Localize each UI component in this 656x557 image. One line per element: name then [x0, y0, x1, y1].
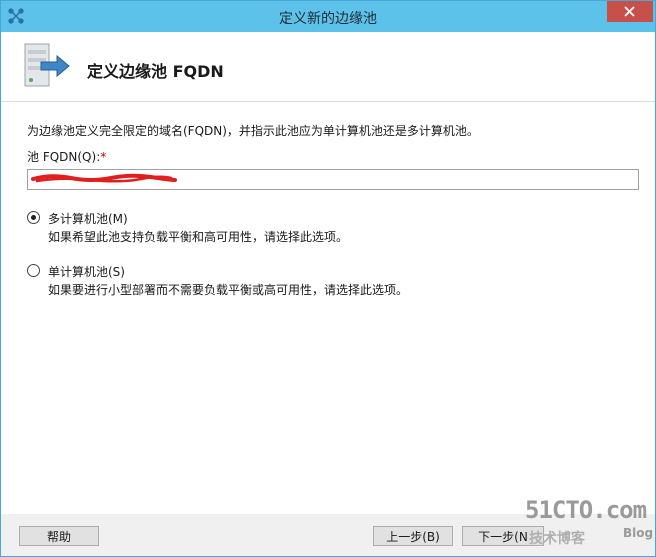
multi-computer-pool-description: 如果希望此池支持负载平衡和高可用性，请选择此选项。: [48, 230, 349, 244]
help-button[interactable]: 帮助: [19, 526, 99, 546]
single-computer-pool-radio[interactable]: [27, 264, 40, 277]
server-arrow-icon: [19, 42, 71, 94]
page-description: 为边缘池定义完全限定的域名(FQDN)，并指示此池应为单计算机池还是多计算机池。: [27, 124, 479, 138]
window-title: 定义新的边缘池: [279, 11, 377, 27]
single-computer-pool-description: 如果要进行小型部署而不需要负载平衡或高可用性，请选择此选项。: [48, 283, 409, 297]
close-button[interactable]: [607, 1, 653, 22]
wizard-window: 定义新的边缘池 定义边缘池 FQDN 为边缘池定义完全限定的域名(FQDN)，并…: [0, 0, 656, 557]
back-button[interactable]: 上一步(B): [373, 526, 453, 546]
single-computer-pool-label: 单计算机池(S): [48, 265, 125, 279]
fqdn-label-text: 池 FQDN(Q):: [27, 150, 101, 164]
multi-computer-pool-radio[interactable]: [27, 211, 40, 224]
multi-computer-pool-label: 多计算机池(M): [48, 212, 128, 226]
redaction-scribble: [31, 173, 177, 183]
page-title: 定义边缘池 FQDN: [87, 62, 224, 81]
wizard-footer: 帮助 上一步(B) 下一步(N: [1, 514, 655, 556]
close-icon: [624, 6, 635, 17]
next-button[interactable]: 下一步(N: [462, 526, 544, 546]
wizard-content: 为边缘池定义完全限定的域名(FQDN)，并指示此池应为单计算机池还是多计算机池。…: [1, 102, 655, 514]
wizard-header: 定义边缘池 FQDN: [1, 32, 655, 102]
fqdn-label: 池 FQDN(Q):*: [27, 148, 106, 165]
title-bar[interactable]: 定义新的边缘池: [1, 1, 655, 32]
required-mark: *: [100, 150, 107, 164]
